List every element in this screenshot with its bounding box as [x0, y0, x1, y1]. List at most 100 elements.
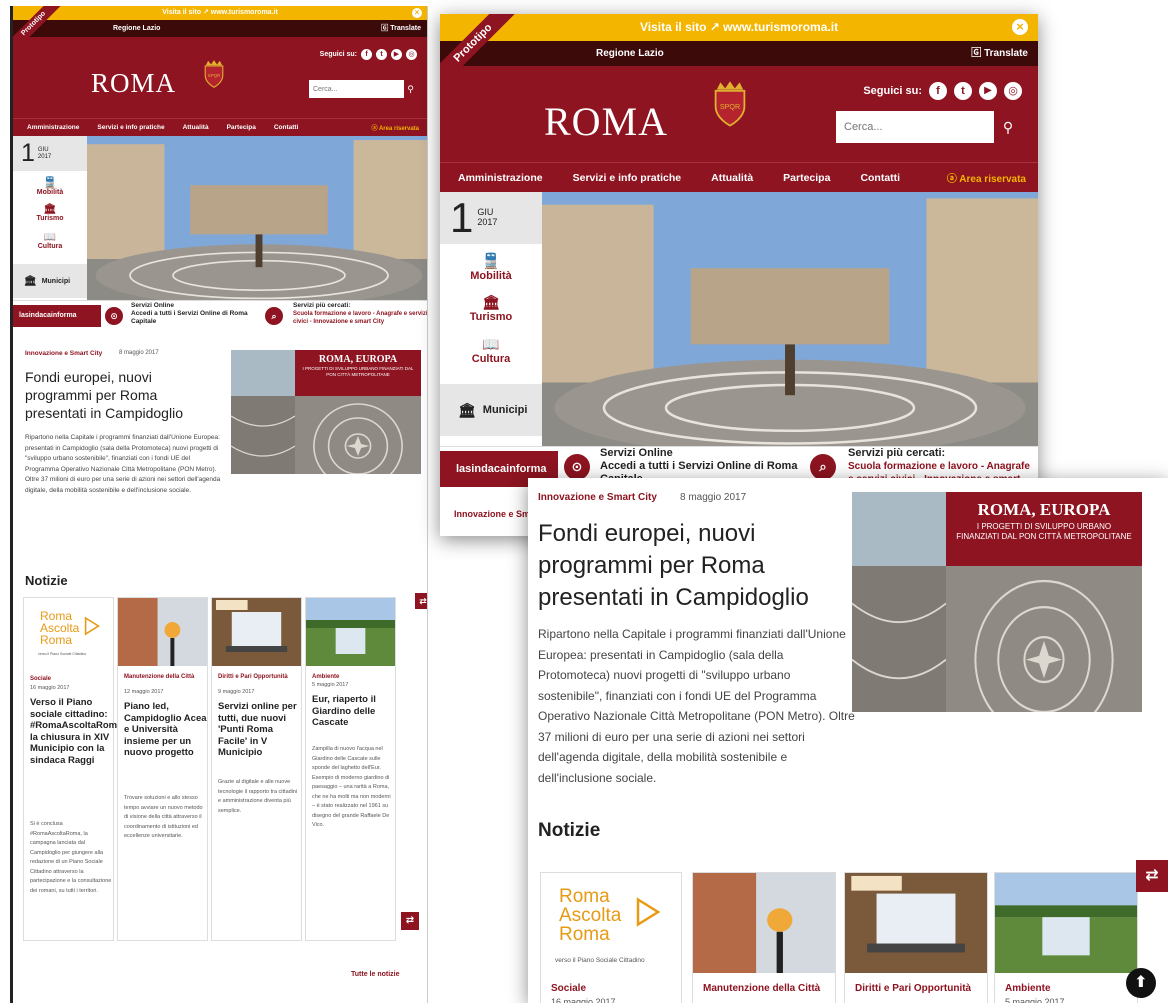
roma-europa-poster[interactable]: ROMA, EUROPA I PROGETTI DI SVILUPPO URBA… — [852, 492, 1142, 712]
roma-europa-poster[interactable]: ROMA, EUROPA I PROGETTI DI SVILUPPO URBA… — [231, 350, 421, 474]
card-category[interactable]: Sociale — [30, 676, 51, 682]
play-triangle-icon — [636, 897, 661, 927]
date-year: 2017 — [37, 153, 52, 160]
news-card[interactable]: Manutenzione della Città — [692, 872, 836, 1003]
visit-site-bar[interactable]: Visita il sito ↗ www.turismoroma.it × — [440, 14, 1038, 41]
sindaca-informa-button[interactable]: lasindacainforma — [13, 305, 101, 327]
article-category[interactable]: Innovazione e Smart City — [538, 492, 657, 503]
region-bar: Regione Lazio 🄶 Translate — [13, 20, 427, 37]
youtube-icon[interactable]: ▶ — [979, 82, 997, 100]
svg-text:SPQR: SPQR — [208, 73, 220, 78]
card-category[interactable]: Diritti e Pari Opportunità — [218, 674, 298, 681]
news-card[interactable]: Diritti e Pari Opportunità — [844, 872, 988, 1003]
card-title[interactable]: Eur, riaperto il Giardino delle Cascate — [312, 694, 395, 729]
search-services-icon[interactable]: ⌕ — [265, 307, 283, 325]
date-box: 1 GIU 2017 — [13, 136, 87, 171]
nav-item-servizi[interactable]: Servizi e info pratiche — [573, 172, 682, 184]
article-body: Ripartono nella Capitale i programmi fin… — [25, 434, 221, 494]
news-card[interactable]: Manutenzione della Città 12 maggio 2017 … — [117, 597, 208, 941]
search-icon[interactable]: ⚲ — [404, 80, 417, 98]
news-card[interactable]: Ambiente 5 maggio 2017 — [994, 872, 1138, 1003]
card-category[interactable]: Manutenzione della Città — [703, 983, 833, 995]
shuffle-button[interactable]: ⇄ — [1136, 860, 1168, 892]
translate-button[interactable]: 🄶 Translate — [381, 20, 421, 37]
news-card[interactable]: Roma Ascolta Roma verso il Piano Sociale C… — [23, 597, 122, 941]
pavement-left-image — [231, 396, 295, 474]
card-category[interactable]: Ambiente — [312, 674, 339, 680]
card-text: Zampilla di nuovo l'acqua nel Giardino d… — [312, 746, 391, 828]
logo-text[interactable]: ROMA — [91, 68, 176, 99]
youtube-icon[interactable]: ▶ — [391, 49, 402, 60]
translate-button[interactable]: 🄶 Translate — [971, 41, 1028, 66]
search-icon[interactable]: ⚲ — [994, 111, 1022, 143]
search-services-icon[interactable]: ⌕ — [810, 454, 836, 480]
region-link[interactable]: Regione Lazio — [113, 20, 160, 37]
all-news-link[interactable]: Tutte le notizie — [351, 971, 399, 978]
card-category[interactable]: Ambiente — [1005, 983, 1051, 994]
nav-item-amministrazione[interactable]: Amministrazione — [27, 124, 79, 131]
sidebar-item-mobilita[interactable]: 🚆 Mobilità — [13, 171, 87, 201]
sidebar-item-municipi[interactable]: 🏛 Municipi — [13, 264, 87, 298]
card-title[interactable]: Piano led, Campidoglio Acea e Università… — [124, 701, 207, 759]
scroll-up-button[interactable]: ⬆ — [1126, 968, 1156, 998]
visit-site-bar[interactable]: Visita il sito ↗ www.turismoroma.it × — [13, 6, 427, 20]
card-text: Grazie al digitale e alle nuove tecnolog… — [218, 779, 298, 814]
nav-item-attualita[interactable]: Attualità — [183, 124, 209, 131]
nav-item-contatti[interactable]: Contatti — [860, 172, 900, 184]
online-services-icon[interactable]: ⊙ — [564, 454, 590, 480]
card-category[interactable]: Diritti e Pari Opportunità — [855, 983, 985, 995]
searched-services-links[interactable]: Scuola formazione e lavoro - Anagrafe e … — [293, 310, 427, 326]
article-title[interactable]: Fondi europei, nuovi programmi per Roma … — [538, 518, 838, 614]
nav-item-servizi[interactable]: Servizi e info pratiche — [97, 124, 164, 131]
close-icon[interactable]: × — [412, 8, 422, 18]
card-date: 5 maggio 2017 — [312, 682, 349, 688]
reserved-area-link[interactable]: ⓐ Area riservata — [372, 123, 419, 132]
facebook-icon[interactable]: f — [929, 82, 947, 100]
twitter-icon[interactable]: t — [376, 49, 387, 60]
laptop-image — [212, 598, 301, 666]
sidebar-item-municipi[interactable]: 🏛 Municipi — [440, 384, 542, 436]
region-link[interactable]: Regione Lazio — [596, 41, 664, 66]
shuffle-button[interactable]: ⇄ — [415, 593, 427, 609]
sidebar: 1 GIU 2017 🚆 Mobilità 🏛 Turismo 📖 Cultura 🏛 M… — [440, 192, 542, 438]
nav-item-partecipa[interactable]: Partecipa — [227, 124, 256, 131]
close-icon[interactable]: × — [1012, 19, 1028, 35]
sidebar-item-cultura[interactable]: 📖 Cultura — [440, 330, 542, 376]
news-card[interactable]: Diritti e Pari Opportunità 9 maggio 2017… — [211, 597, 302, 941]
sidebar-item-cultura[interactable]: 📖 Cultura — [13, 229, 87, 260]
news-card[interactable]: Ambiente 5 maggio 2017 Eur, riaperto il … — [305, 597, 396, 941]
article-category[interactable]: Innovazione e Smart City — [25, 350, 102, 357]
nav-item-partecipa[interactable]: Partecipa — [783, 172, 830, 184]
nav-item-attualita[interactable]: Attualità — [711, 172, 753, 184]
logo-text[interactable]: ROMA — [544, 98, 668, 145]
search-input[interactable] — [309, 80, 404, 98]
search-input[interactable] — [836, 111, 994, 143]
online-services-link[interactable]: Accedi a tutti i Servizi Online di Roma … — [131, 310, 257, 326]
nav-item-contatti[interactable]: Contatti — [274, 124, 299, 131]
nav-item-amministrazione[interactable]: Amministrazione — [458, 172, 543, 184]
sidebar-item-turismo[interactable]: 🏛 Turismo — [13, 201, 87, 229]
visit-site-link[interactable]: www.turismoroma.it — [723, 20, 838, 34]
poster-band: ROMA, EUROPA I PROGETTI DI SVILUPPO URBA… — [946, 492, 1142, 566]
article-title[interactable]: Fondi europei, nuovi programmi per Roma … — [25, 368, 215, 422]
reserved-area-link[interactable]: ⓐ Area riservata — [947, 170, 1026, 185]
card-title[interactable]: Verso il Piano sociale cittadino: #RomaA… — [30, 697, 122, 766]
book-icon: 📖 — [482, 336, 500, 352]
twitter-icon[interactable]: t — [954, 82, 972, 100]
header: ROMA SPQR Seguici su: f t ▶ ◎ ⚲ — [440, 66, 1038, 162]
sidebar-item-mobilita[interactable]: 🚆 Mobilità — [440, 244, 542, 288]
news-card[interactable]: Roma Ascolta Roma verso il Piano Sociale C… — [540, 872, 682, 1003]
online-services-icon[interactable]: ⊙ — [105, 307, 123, 325]
shuffle-button-lower[interactable]: ⇄ — [401, 912, 419, 930]
campidoglio-photo — [87, 136, 427, 300]
sidebar-item-turismo[interactable]: 🏛 Turismo — [440, 288, 542, 330]
instagram-icon[interactable]: ◎ — [406, 49, 417, 60]
visit-site-link[interactable]: www.turismoroma.it — [211, 9, 278, 16]
instagram-icon[interactable]: ◎ — [1004, 82, 1022, 100]
card-category[interactable]: Sociale — [551, 983, 586, 994]
card-title[interactable]: Servizi online per tutti, due nuovi 'Pun… — [218, 701, 301, 759]
card-thumb — [693, 873, 835, 973]
online-services-title: Servizi Online — [600, 447, 673, 459]
card-category[interactable]: Manutenzione della Città — [124, 674, 204, 681]
facebook-icon[interactable]: f — [361, 49, 372, 60]
